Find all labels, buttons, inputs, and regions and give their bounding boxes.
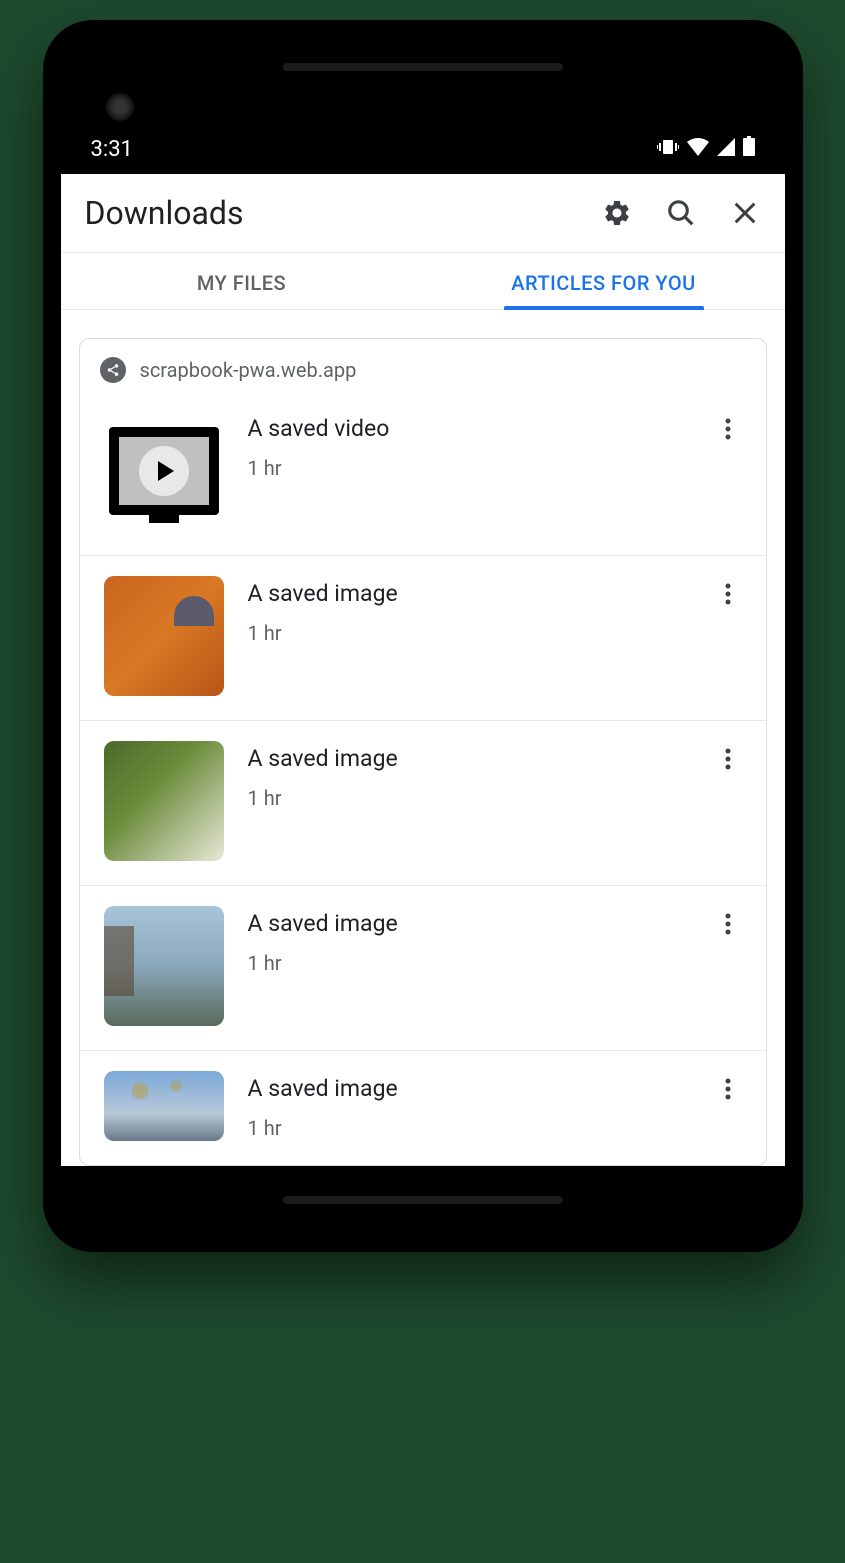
image-thumbnail — [104, 906, 224, 1026]
item-time: 1 hr — [248, 621, 690, 645]
status-time: 3:31 — [91, 137, 133, 162]
search-button[interactable] — [665, 197, 697, 229]
more-button[interactable] — [714, 745, 742, 773]
list-item[interactable]: A saved video 1 hr — [80, 391, 766, 556]
more-button[interactable] — [714, 1075, 742, 1103]
video-thumbnail — [104, 411, 224, 531]
tab-articles-for-you[interactable]: ARTICLES FOR YOU — [423, 253, 785, 309]
list-item[interactable]: A saved image 1 hr — [80, 556, 766, 721]
item-time: 1 hr — [248, 1116, 690, 1140]
vibrate-icon — [657, 137, 679, 162]
list-item[interactable]: A saved image 1 hr — [80, 1051, 766, 1165]
list-item[interactable]: A saved image 1 hr — [80, 721, 766, 886]
signal-icon — [717, 137, 735, 162]
status-bar: 3:31 — [61, 86, 785, 174]
item-title: A saved video — [248, 415, 690, 442]
image-thumbnail — [104, 1071, 224, 1141]
status-icons — [657, 136, 755, 162]
share-icon — [100, 357, 126, 383]
app-content: Downloads MY FILES ARTICLES FOR YOU — [61, 174, 785, 1166]
speaker-bottom — [283, 1196, 563, 1204]
page-title: Downloads — [85, 194, 601, 232]
play-icon — [139, 446, 189, 496]
item-title: A saved image — [248, 910, 690, 937]
item-time: 1 hr — [248, 456, 690, 480]
phone-screen: 3:31 Downloads — [61, 38, 785, 1234]
more-button[interactable] — [714, 580, 742, 608]
close-button[interactable] — [729, 197, 761, 229]
battery-icon — [743, 136, 755, 162]
more-button[interactable] — [714, 415, 742, 443]
source-label: scrapbook-pwa.web.app — [140, 358, 357, 382]
list-item[interactable]: A saved image 1 hr — [80, 886, 766, 1051]
image-thumbnail — [104, 576, 224, 696]
front-camera — [106, 93, 134, 121]
item-title: A saved image — [248, 745, 690, 772]
speaker-top — [283, 63, 563, 71]
phone-frame: 3:31 Downloads — [43, 20, 803, 1252]
content-area: scrapbook-pwa.web.app A saved video 1 hr — [61, 310, 785, 1166]
more-button[interactable] — [714, 910, 742, 938]
card-header: scrapbook-pwa.web.app — [80, 339, 766, 391]
item-title: A saved image — [248, 1075, 690, 1102]
item-time: 1 hr — [248, 786, 690, 810]
app-header: Downloads — [61, 174, 785, 253]
item-time: 1 hr — [248, 951, 690, 975]
tab-my-files[interactable]: MY FILES — [61, 253, 423, 309]
image-thumbnail — [104, 741, 224, 861]
tabs: MY FILES ARTICLES FOR YOU — [61, 253, 785, 310]
wifi-icon — [687, 137, 709, 162]
item-title: A saved image — [248, 580, 690, 607]
settings-button[interactable] — [601, 197, 633, 229]
downloads-card: scrapbook-pwa.web.app A saved video 1 hr — [79, 338, 767, 1166]
